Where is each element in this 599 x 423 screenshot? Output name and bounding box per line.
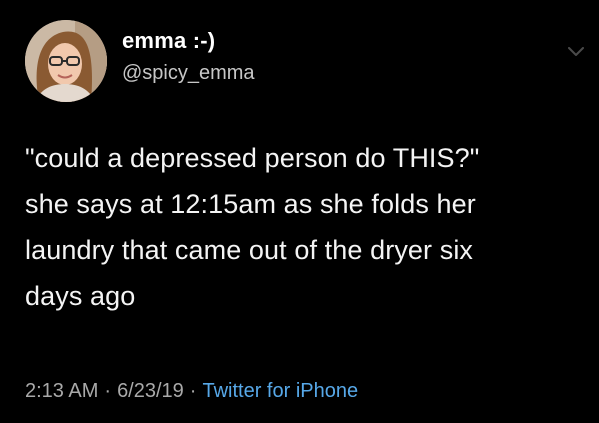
tweet-card: emma :-) @spicy_emma "could a depressed …	[0, 0, 599, 423]
tweet-time[interactable]: 2:13 AM	[25, 380, 98, 403]
tweet-text: "could a depressed person do THIS?" she …	[25, 143, 480, 311]
author-info: emma :-) @spicy_emma	[122, 27, 255, 87]
tweet-meta: 2:13 AM · 6/23/19 · Twitter for iPhone	[25, 380, 358, 403]
tweet-header: emma :-) @spicy_emma	[25, 20, 255, 102]
avatar[interactable]	[25, 20, 107, 102]
tweet-date[interactable]: 6/23/19	[117, 380, 184, 403]
tweet-source-link[interactable]: Twitter for iPhone	[202, 380, 358, 403]
meta-separator: ·	[104, 380, 112, 402]
avatar-image	[25, 20, 107, 102]
display-name[interactable]: emma :-)	[122, 27, 255, 55]
chevron-down-icon[interactable]	[565, 40, 587, 62]
meta-separator: ·	[189, 380, 197, 402]
user-handle[interactable]: @spicy_emma	[122, 59, 255, 87]
